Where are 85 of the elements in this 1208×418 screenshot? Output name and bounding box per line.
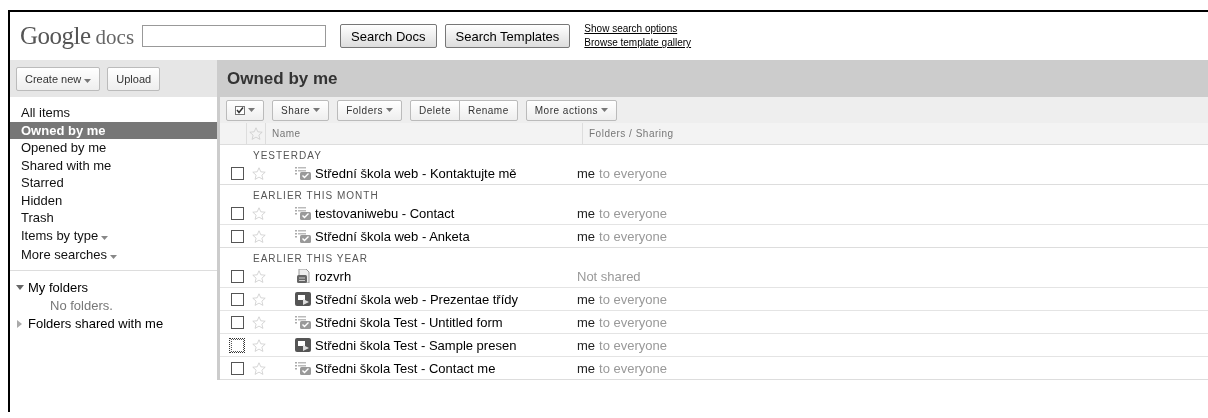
document-icon [295, 269, 311, 283]
file-name[interactable]: testovaniwebu - Contact [315, 205, 577, 221]
sidebar-item[interactable]: All items [10, 104, 217, 122]
sharing-status: to everyone [599, 228, 667, 244]
create-button[interactable]: Create new [16, 66, 101, 91]
owner-name: me [577, 337, 596, 353]
star-icon[interactable] [252, 361, 266, 375]
sharing-status: to everyone [599, 205, 667, 221]
star-icon [249, 127, 263, 140]
folder-item[interactable]: Folders shared with me [28, 314, 164, 333]
star-icon[interactable] [252, 338, 266, 352]
upload-button[interactable]: Upload [107, 66, 161, 91]
sharing-status: to everyone [599, 360, 667, 376]
folder-item[interactable]: My folders [28, 278, 88, 297]
caret-icon [313, 108, 321, 112]
sharing-status: to everyone [599, 337, 667, 353]
form-icon [295, 229, 311, 243]
caret-icon [248, 108, 255, 112]
form-icon [295, 315, 311, 329]
sidebar-item[interactable]: Items by type [10, 226, 217, 246]
toolbar-button[interactable]: Share [272, 99, 330, 121]
sidebar-item[interactable]: Trash [10, 209, 217, 227]
select-button[interactable] [226, 99, 264, 121]
toolbar-button[interactable]: Delete [410, 99, 460, 121]
caret-icon [601, 108, 608, 112]
link[interactable]: Show search options [584, 22, 692, 36]
sharing-status: to everyone [599, 291, 667, 307]
star-icon[interactable] [252, 229, 266, 243]
file-name[interactable]: Střední škola web - Anketa [315, 228, 577, 244]
checkbox[interactable] [231, 361, 244, 375]
presentation-icon [295, 338, 311, 352]
toolbar-button[interactable]: Folders [337, 99, 403, 121]
star-icon[interactable] [252, 206, 266, 220]
empty-message: No folders. [49, 296, 114, 315]
presentation-icon [295, 292, 311, 306]
owner-name: me [577, 205, 596, 221]
checkbox[interactable] [231, 166, 244, 180]
checkbox-icon [235, 105, 245, 115]
checkbox[interactable] [231, 269, 244, 283]
file-name[interactable]: Středni škola Test - Sample presen [315, 337, 577, 353]
form-icon [295, 206, 311, 220]
owner-name: me [577, 165, 596, 181]
sidebar-item[interactable]: More searches [10, 246, 217, 266]
star-icon[interactable] [252, 166, 266, 180]
checkbox[interactable] [231, 206, 244, 220]
sidebar-item[interactable]: Hidden [10, 191, 217, 209]
group-label: EARLIER THIS YEAR [252, 252, 369, 265]
form-icon [295, 166, 311, 180]
checkbox[interactable] [231, 229, 244, 243]
file-name[interactable]: Středni škola Test - Untitled form [315, 314, 577, 330]
checkbox[interactable] [231, 315, 244, 329]
star-icon[interactable] [252, 315, 266, 329]
search-button[interactable]: Search Docs [340, 24, 437, 48]
file-name[interactable]: Střední škola web - Prezentae třídy [315, 291, 577, 307]
sidebar-item[interactable]: Starred [10, 174, 217, 192]
search-button[interactable]: Search Templates [444, 24, 571, 48]
sharing-status: to everyone [599, 165, 667, 181]
form-icon [295, 361, 311, 375]
search-field[interactable] [142, 25, 327, 47]
sharing-status: to everyone [599, 314, 667, 330]
column-heading[interactable]: Folders / Sharing [583, 128, 674, 139]
group-label: EARLIER THIS MONTH [252, 189, 380, 202]
group-label: YESTERDAY [252, 149, 323, 162]
caret-icon [386, 108, 394, 112]
page-title: Owned by me [220, 60, 1208, 97]
owner-name: me [577, 314, 596, 330]
toolbar-button[interactable]: More actions [525, 99, 617, 121]
sharing-status: Not shared [577, 268, 641, 284]
toolbar-button[interactable]: Rename [458, 99, 518, 121]
logo: Google docs [20, 22, 135, 50]
file-name[interactable]: Střední škola web - Kontaktujte mě [315, 165, 577, 181]
checkbox[interactable] [231, 338, 244, 352]
link[interactable]: Browse template gallery [584, 36, 692, 50]
sidebar-item[interactable]: Owned by me [10, 121, 217, 139]
owner-name: me [577, 291, 596, 307]
file-name[interactable]: Středni škola Test - Contact me [315, 360, 577, 376]
file-name[interactable]: rozvrh [315, 268, 577, 284]
star-icon[interactable] [252, 269, 266, 283]
column-heading[interactable]: Name [266, 123, 583, 144]
owner-name: me [577, 228, 596, 244]
checkbox[interactable] [231, 292, 244, 306]
sidebar-item[interactable]: Opened by me [10, 139, 217, 157]
star-icon[interactable] [252, 292, 266, 306]
sidebar-item[interactable]: Shared with me [10, 156, 217, 174]
owner-name: me [577, 360, 596, 376]
